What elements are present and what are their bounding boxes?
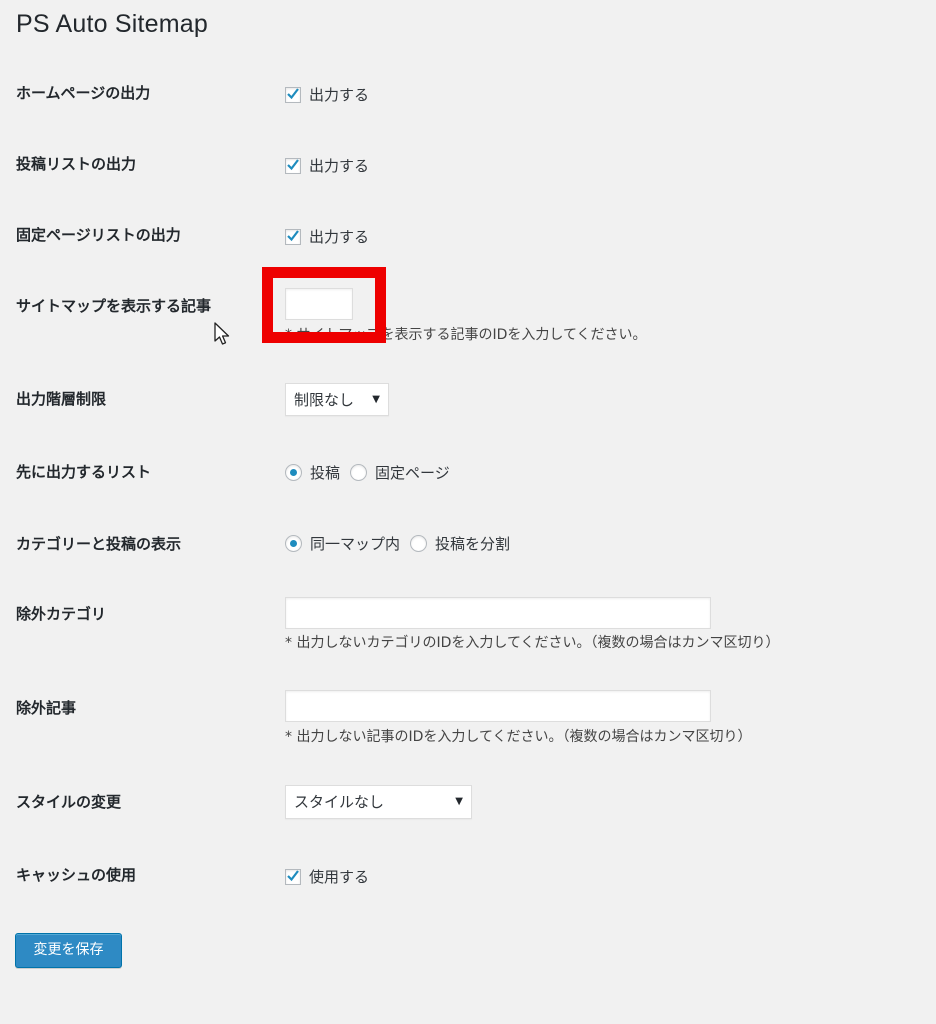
cache-usage-option-label: 使用する <box>309 868 370 886</box>
exclude-category-description: * 出力しないカテゴリのIDを入力してください。（複数の場合はカンマ区切り） <box>285 635 780 651</box>
page-title: PS Auto Sitemap <box>16 10 209 38</box>
label-home-output: ホームページの出力 <box>16 84 151 102</box>
first-list-radio-posts[interactable] <box>285 464 302 481</box>
pages-output-checkbox[interactable] <box>285 228 301 245</box>
first-list-radio-posts-label: 投稿 <box>310 464 341 482</box>
checkmark-icon <box>287 87 299 99</box>
exclude-post-input[interactable] <box>285 690 711 722</box>
label-category-display: カテゴリーと投稿の表示 <box>16 535 182 553</box>
label-exclude-post: 除外記事 <box>16 699 77 717</box>
label-cache-usage: キャッシュの使用 <box>16 866 137 884</box>
depth-limit-select[interactable]: 制限なし ▼ <box>285 383 389 416</box>
checkmark-icon <box>287 158 299 170</box>
home-output-checkbox[interactable] <box>285 86 301 103</box>
depth-limit-selected: 制限なし <box>294 391 355 409</box>
exclude-category-input[interactable] <box>285 597 711 629</box>
label-style-change: スタイルの変更 <box>16 793 122 811</box>
mouse-pointer-icon <box>214 322 230 345</box>
cache-usage-option[interactable]: 使用する <box>285 866 369 887</box>
style-selected: スタイルなし <box>294 793 385 811</box>
first-list-radio-pages[interactable] <box>350 464 368 481</box>
category-display-radio-same-map-label: 同一マップ内 <box>310 535 401 553</box>
dropdown-arrow-icon: ▼ <box>372 394 380 405</box>
label-posts-output: 投稿リストの出力 <box>16 155 137 173</box>
category-display-radio-group: 同一マップ内 投稿を分割 <box>285 533 510 554</box>
label-depth-limit: 出力階層制限 <box>16 390 107 408</box>
category-display-radio-split[interactable] <box>410 535 428 552</box>
pages-output-option-label: 出力する <box>309 228 370 246</box>
posts-output-checkbox[interactable] <box>285 157 301 174</box>
posts-output-option-label: 出力する <box>309 157 370 175</box>
home-output-option[interactable]: 出力する <box>285 84 369 105</box>
exclude-post-description: * 出力しない記事のIDを入力してください。（複数の場合はカンマ区切り） <box>285 729 752 745</box>
category-display-radio-split-label: 投稿を分割 <box>435 535 511 553</box>
dropdown-arrow-icon: ▼ <box>455 796 463 807</box>
label-first-list: 先に出力するリスト <box>16 463 152 481</box>
checkmark-icon <box>287 229 299 241</box>
style-select[interactable]: スタイルなし ▼ <box>285 785 472 819</box>
category-display-radio-same-map[interactable] <box>285 535 302 552</box>
label-pages-output: 固定ページリストの出力 <box>16 226 181 244</box>
posts-output-option[interactable]: 出力する <box>285 155 369 176</box>
label-exclude-category: 除外カテゴリ <box>16 605 107 623</box>
highlight-annotation-box <box>262 267 386 343</box>
home-output-option-label: 出力する <box>309 86 370 104</box>
radio-selected-dot <box>290 540 297 547</box>
first-list-radio-pages-label: 固定ページ <box>375 464 450 482</box>
first-list-radio-group: 投稿 固定ページ <box>285 462 450 483</box>
cache-usage-checkbox[interactable] <box>285 868 301 885</box>
label-sitemap-post: サイトマップを表示する記事 <box>16 297 212 315</box>
save-changes-button[interactable]: 変更を保存 <box>15 933 122 968</box>
checkmark-icon <box>287 869 299 881</box>
pages-output-option[interactable]: 出力する <box>285 226 369 247</box>
radio-selected-dot <box>290 469 297 476</box>
